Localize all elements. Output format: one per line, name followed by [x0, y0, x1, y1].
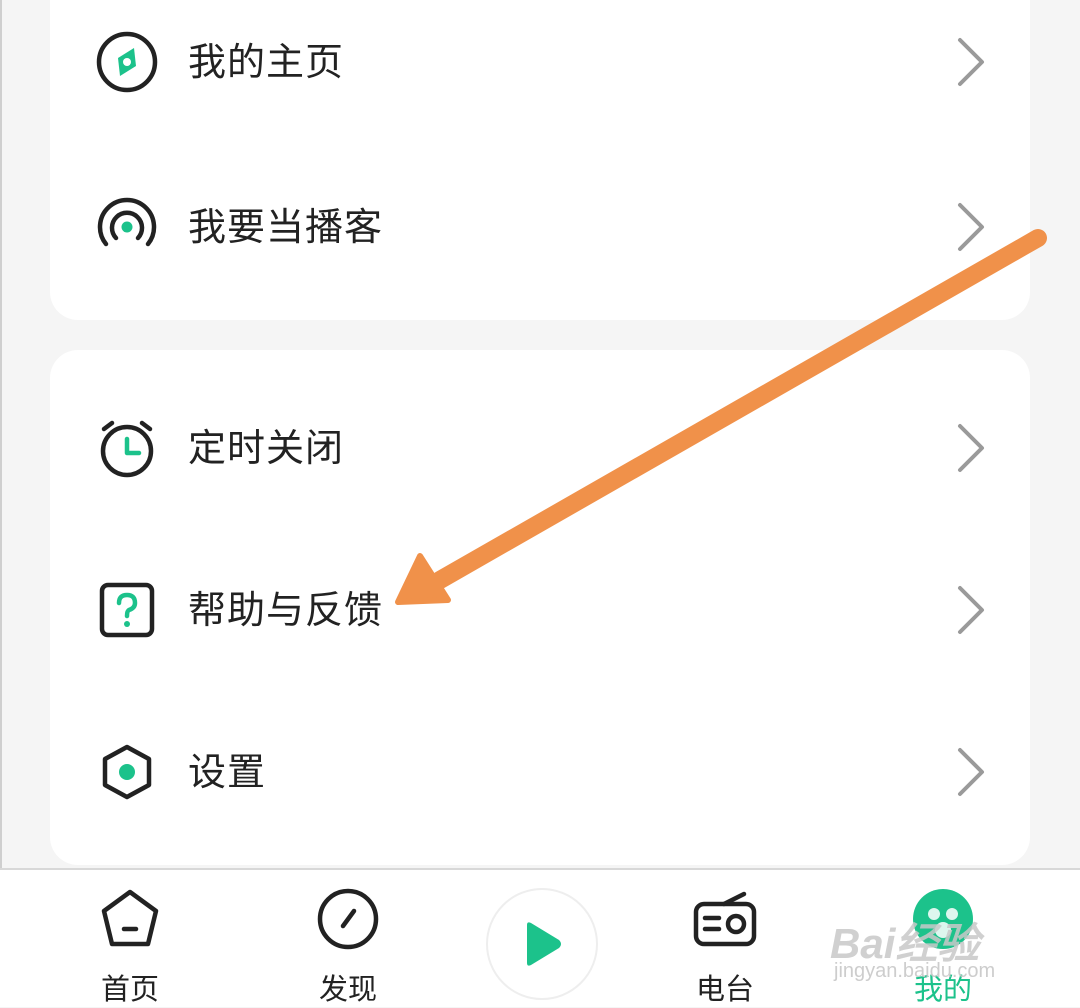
menu-card-2: 定时关闭 帮助与反馈 设置 — [50, 350, 1030, 865]
play-icon — [527, 922, 561, 966]
play-button[interactable] — [486, 888, 598, 1000]
menu-item-label: 设置 — [188, 750, 267, 794]
baidu-jingyan-watermark: Bai经验 jingyan.baidu.com — [830, 880, 1070, 1000]
screen-edge — [0, 0, 2, 870]
tab-radio-label: 电台 — [695, 972, 754, 1006]
menu-item-homepage[interactable]: 我的主页 — [50, 7, 1030, 117]
chevron-right-icon — [958, 748, 984, 796]
tab-discover[interactable]: 发现 — [278, 870, 418, 1007]
alarm-clock-icon — [100, 420, 154, 478]
menu-item-sleep-timer[interactable]: 定时关闭 — [50, 393, 1030, 503]
chevron-right-icon — [958, 424, 984, 472]
menu-item-label: 我要当播客 — [188, 205, 384, 249]
watermark-url: jingyan.baidu.com — [834, 960, 996, 982]
menu-item-help-feedback[interactable]: 帮助与反馈 — [50, 555, 1030, 665]
radio-icon — [693, 891, 757, 947]
menu-item-settings[interactable]: 设置 — [50, 717, 1030, 827]
tab-home[interactable]: 首页 — [60, 870, 200, 1007]
compass-icon — [96, 31, 158, 93]
help-icon — [99, 582, 155, 638]
home-icon — [101, 889, 159, 947]
settings-icon — [102, 744, 152, 800]
podcast-icon — [97, 197, 157, 247]
chevron-right-icon — [958, 38, 984, 86]
menu-item-label: 我的主页 — [188, 40, 345, 84]
chevron-right-icon — [958, 203, 984, 251]
menu-item-label: 定时关闭 — [188, 426, 345, 470]
menu-item-label: 帮助与反馈 — [188, 588, 384, 632]
menu-card-1: 我的主页 我要当播客 — [50, 0, 1030, 320]
tab-home-label: 首页 — [100, 972, 159, 1006]
chevron-right-icon — [958, 586, 984, 634]
tab-radio[interactable]: 电台 — [655, 870, 795, 1007]
menu-item-become-podcaster[interactable]: 我要当播客 — [50, 172, 1030, 282]
discover-compass-icon — [317, 888, 379, 950]
tab-discover-label: 发现 — [318, 972, 377, 1006]
